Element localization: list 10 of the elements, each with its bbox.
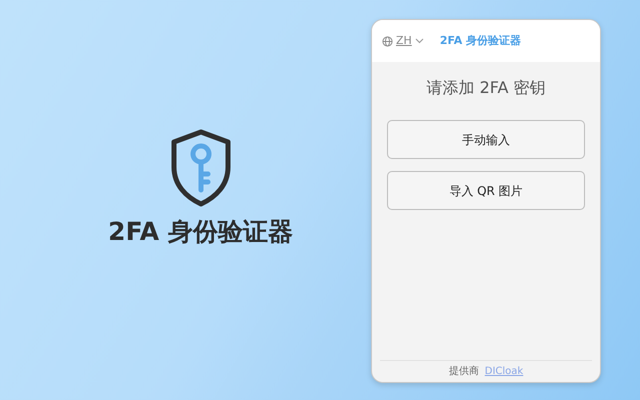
provider-label: 提供商	[448, 364, 479, 379]
popup-heading: 请添加 2FA 密钥	[426, 77, 546, 99]
language-selector[interactable]: ZH	[382, 32, 424, 50]
popup-title: 2FA 身份验证器	[440, 32, 522, 49]
action-button[interactable]: 手动输入	[387, 120, 585, 159]
globe-icon	[382, 36, 393, 46]
shield-key-icon	[170, 129, 232, 208]
action-button[interactable]: 导入 QR 图片	[387, 171, 585, 210]
app-title: 2FA 身份验证器	[108, 216, 293, 248]
caret-icon	[414, 38, 424, 44]
